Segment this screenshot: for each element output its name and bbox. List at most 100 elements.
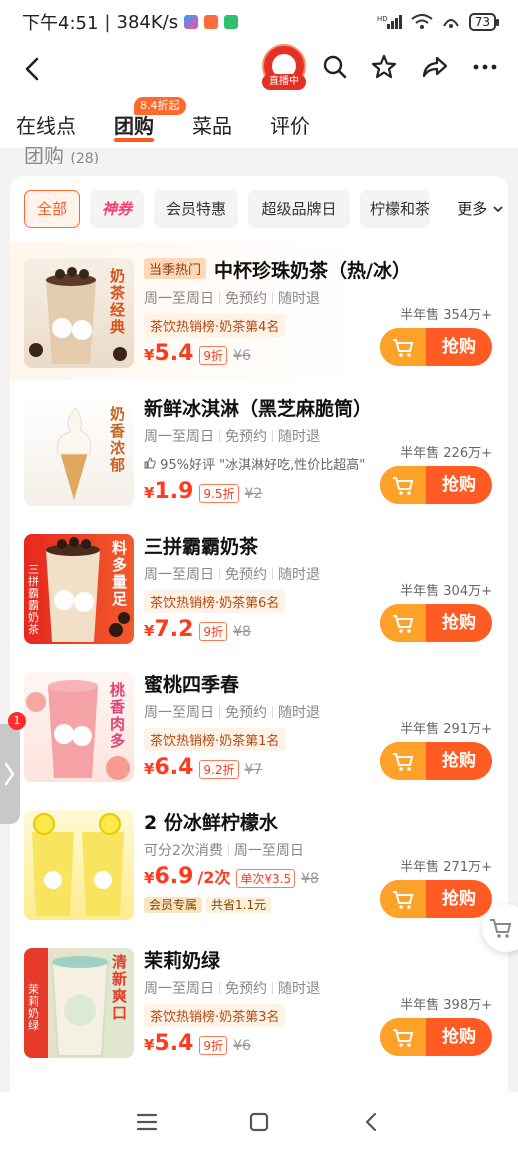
notification-badge: 1 [8, 712, 26, 730]
buy-label: 抢购 [442, 337, 476, 357]
buy-button[interactable]: 抢购 [380, 328, 492, 366]
cart-icon[interactable] [380, 328, 426, 366]
price: 7.2 [154, 617, 194, 642]
product-meta: 周一至周日 免预约 随时退 [144, 426, 320, 446]
tab-underline [114, 138, 154, 142]
chevron-down-icon [493, 206, 503, 213]
buy-button[interactable]: 抢购 [380, 1018, 492, 1056]
tab-reviews[interactable]: 评价 [270, 110, 310, 139]
sold-count: 半年售 291万+ [400, 722, 492, 737]
meta-refund: 随时退 [278, 429, 320, 445]
product-meta: 周一至周日 免预约 随时退 [144, 564, 320, 584]
section-count: (28) [70, 151, 100, 164]
meta-days: 周一至周日 [144, 981, 214, 997]
cart-icon[interactable] [380, 604, 426, 642]
filter-more[interactable]: 更多 [447, 190, 504, 228]
tab-online-order[interactable]: 在线点 [16, 110, 76, 139]
product-item[interactable]: 三拼霸霸奶茶 料多量足 三拼霸霸奶茶 周一至周日 免预约 随时退 茶饮热销榜·奶茶第… [10, 518, 508, 656]
share-icon[interactable] [420, 52, 450, 82]
meta-reservation: 免预约 [225, 567, 267, 583]
buy-label: 抢购 [442, 751, 476, 771]
price: 5.4 [154, 1031, 194, 1056]
product-thumbnail: 茉莉奶绿 清新爽口 [24, 948, 134, 1058]
filter-all[interactable]: 全部 [24, 190, 80, 228]
status-time: 下午4:51 [22, 13, 99, 34]
tab-dishes[interactable]: 菜品 [192, 110, 232, 139]
product-title: 三拼霸霸奶茶 [144, 536, 259, 558]
meta-refund: 随时退 [278, 567, 320, 583]
review-text: 95%好评 "冰淇淋好吃,性价比超高" [160, 458, 366, 473]
filter-member[interactable]: 会员特惠 [154, 190, 238, 228]
review-summary: 95%好评 "冰淇淋好吃,性价比超高" [144, 454, 365, 473]
cart-icon[interactable] [380, 1018, 426, 1056]
star-icon[interactable] [369, 52, 399, 82]
search-icon[interactable] [320, 52, 350, 82]
price-row: ¥5.4 9折 ¥6 [144, 341, 251, 366]
cart-icon[interactable] [380, 466, 426, 504]
buy-button[interactable]: 抢购 [380, 604, 492, 642]
rank-badge: 茶饮热销榜·奶茶第3名 [144, 1004, 286, 1027]
filter-coupon[interactable]: 神券 [90, 190, 144, 228]
original-price: ¥8 [301, 871, 319, 887]
filter-lemon-tea[interactable]: 柠檬和茶 [360, 190, 430, 228]
discount: 9折 [199, 1036, 228, 1055]
discount: 9.5折 [199, 484, 239, 503]
thumb-slogan: 桃香肉多 [110, 681, 126, 750]
price: 6.9 [154, 864, 194, 889]
product-item[interactable]: 奶香浓郁 新鲜冰淇淋（黑芝麻脆筒） 周一至周日 免预约 随时退 95%好评 "冰淇淋… [10, 380, 508, 518]
menu-icon[interactable] [136, 1112, 158, 1132]
wifi-icon [411, 14, 433, 29]
floating-cart-button[interactable] [482, 904, 518, 952]
back-icon[interactable] [360, 1110, 382, 1134]
meta-days: 周一至周日 [144, 291, 214, 307]
discount: 9折 [199, 346, 228, 365]
sync-app-icon [224, 15, 239, 29]
product-thumbnail [24, 810, 134, 920]
product-title: 新鲜冰淇淋（黑芝麻脆筒） [144, 398, 373, 420]
network-speed: 384K/s [116, 11, 179, 33]
product-item[interactable]: 桃香肉多 蜜桃四季春 周一至周日 免预约 随时退 茶饮热销榜·奶茶第1名 ¥6.4 9… [10, 656, 508, 794]
more-icon[interactable] [470, 52, 500, 82]
meta-days: 周一至周日 [144, 705, 214, 721]
original-price: ¥6 [233, 348, 251, 364]
side-drawer-handle[interactable] [0, 724, 20, 824]
product-title: 当季热门 中杯珍珠奶茶（热/冰） [144, 256, 411, 283]
lemonade-image [32, 813, 124, 916]
price: 5.4 [154, 341, 194, 366]
home-icon[interactable] [248, 1111, 270, 1133]
buy-button[interactable]: 抢购 [380, 880, 492, 918]
product-thumbnail: 三拼霸霸奶茶 料多量足 [24, 534, 134, 644]
buy-button[interactable]: 抢购 [380, 466, 492, 504]
top-nav: 直播中 [0, 44, 518, 96]
sold-count: 半年售 354万+ [400, 308, 492, 323]
filter-brand-day[interactable]: 超级品牌日 [248, 190, 350, 228]
product-title: 2 份冰鲜柠檬水 [144, 812, 278, 834]
product-meta: 周一至周日 免预约 随时退 [144, 288, 320, 308]
product-item[interactable]: 奶茶经典 当季热门 中杯珍珠奶茶（热/冰） 周一至周日 免预约 随时退 茶饮热销榜·奶… [10, 242, 508, 380]
thumb-side-text: 三拼霸霸奶茶 [28, 563, 39, 636]
buy-button[interactable]: 抢购 [380, 742, 492, 780]
single-price: 单次¥3.5 [236, 869, 296, 888]
svg-text:HD: HD [377, 15, 388, 23]
rank-badge: 茶饮热销榜·奶茶第4名 [144, 314, 286, 337]
discount-tag: 8.4折起 [134, 97, 186, 115]
product-title-text: 中杯珍珠奶茶（热/冰） [214, 260, 411, 282]
meta-reservation: 免预约 [225, 429, 267, 445]
back-arrow-icon[interactable] [18, 54, 48, 84]
product-item[interactable]: 2 份冰鲜柠檬水 可分2次消费 周一至周日 ¥6.9/2次 单次¥3.5 ¥8 会员专… [10, 794, 508, 932]
product-title: 蜜桃四季春 [144, 674, 240, 696]
cart-icon[interactable] [380, 880, 426, 918]
shop-app-icon [204, 15, 219, 29]
discount: 9折 [199, 622, 228, 641]
original-price: ¥6 [233, 1038, 251, 1054]
buy-label: 抢购 [442, 475, 476, 495]
product-item[interactable]: 茉莉奶绿 清新爽口 茉莉奶绿 周一至周日 免预约 随时退 茶饮热销榜·奶茶第3名 ¥… [10, 932, 508, 1070]
cart-icon[interactable] [380, 742, 426, 780]
product-meta: 可分2次消费 周一至周日 [144, 840, 304, 860]
meta-refund: 随时退 [278, 291, 320, 307]
per-unit: /2次 [197, 868, 231, 887]
meta-refund: 随时退 [278, 705, 320, 721]
meta-days: 周一至周日 [144, 567, 214, 583]
hotspot-icon [442, 19, 459, 28]
thumb-side-text: 茉莉奶绿 [28, 983, 39, 1032]
